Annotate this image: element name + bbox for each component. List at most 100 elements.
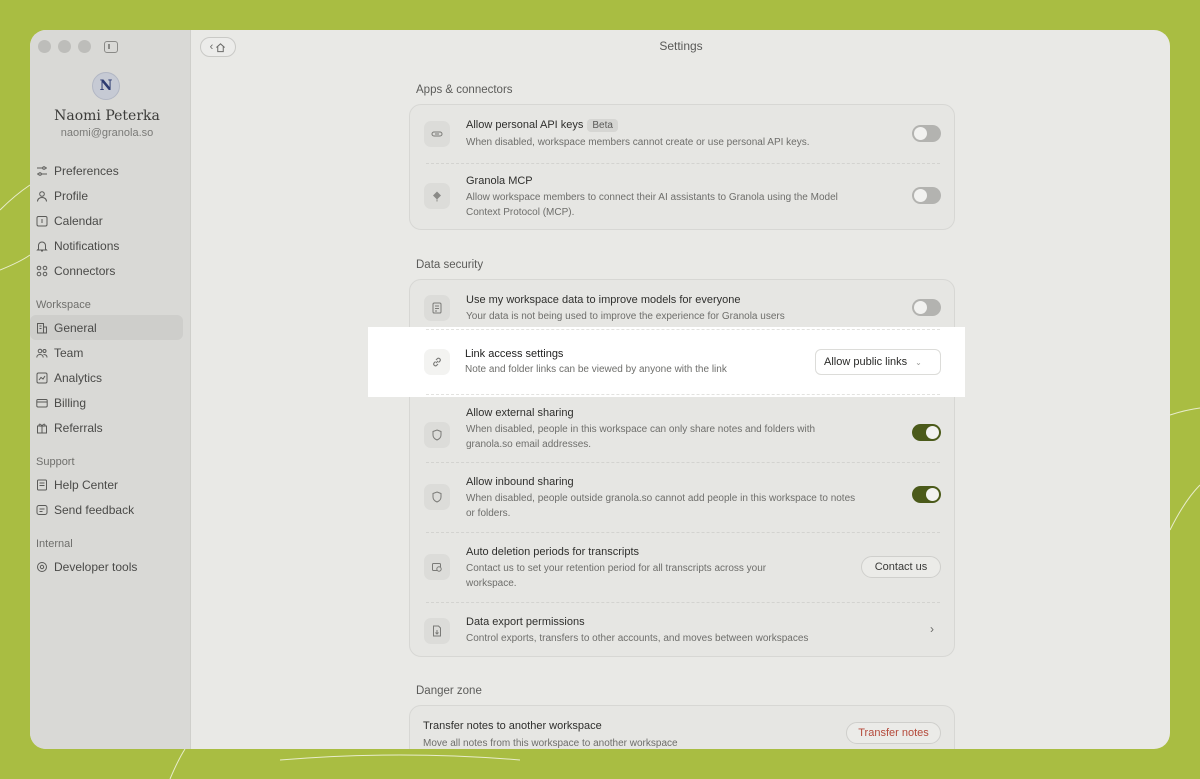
shield-icon: [424, 484, 450, 510]
section-label-support: Support: [36, 456, 75, 468]
api-keys-toggle[interactable]: [912, 125, 941, 142]
person-icon: [36, 190, 48, 202]
sidebar-item-calendar[interactable]: Calendar: [30, 208, 183, 233]
sidebar-item-developer-tools[interactable]: Developer tools: [30, 554, 183, 579]
setting-row-data-export[interactable]: Data export permissions Control exports,…: [410, 602, 956, 658]
sidebar-item-referrals[interactable]: Referrals: [30, 415, 183, 440]
section-title-data-security: Data security: [416, 259, 484, 271]
sidebar-item-connectors[interactable]: Connectors: [30, 258, 183, 283]
calendar-icon: [36, 215, 48, 227]
sidebar-item-label: Referrals: [54, 420, 103, 435]
setting-description: When disabled, people in this workspace …: [466, 424, 816, 450]
gear-icon: [36, 561, 48, 573]
setting-title: Allow inbound sharing: [466, 476, 574, 488]
link-icon: [424, 349, 450, 375]
setting-row-inbound-sharing: Allow inbound sharing When disabled, peo…: [410, 462, 956, 532]
card-icon: [36, 397, 48, 409]
gift-icon: [36, 422, 48, 434]
setting-row-external-sharing: Allow external sharing When disabled, pe…: [410, 400, 956, 470]
setting-description: When disabled, people outside granola.so…: [466, 493, 856, 519]
sliders-icon: [36, 165, 48, 177]
document-icon: [424, 295, 450, 321]
minimize-window-button[interactable]: [58, 40, 71, 53]
sidebar-item-notifications[interactable]: Notifications: [30, 233, 183, 258]
trash-clock-icon: [424, 554, 450, 580]
sidebar-item-general[interactable]: General: [30, 315, 183, 340]
zoom-window-button[interactable]: [78, 40, 91, 53]
setting-row-auto-deletion: Auto deletion periods for transcripts Co…: [410, 532, 956, 602]
apps-card: Allow personal API keys Beta When disable…: [409, 104, 955, 230]
sidebar-item-label: Analytics: [54, 370, 103, 385]
sidebar-item-profile[interactable]: Profile: [30, 183, 183, 208]
file-export-icon: [424, 618, 450, 644]
setting-title: Use my workspace data to improve models …: [466, 294, 741, 306]
sidebar-item-label: Connectors: [54, 263, 116, 278]
danger-zone-card: Transfer notes to another workspace Move…: [409, 705, 955, 749]
sidebar-item-analytics[interactable]: Analytics: [30, 365, 183, 390]
sidebar-item-label: Notifications: [54, 238, 120, 253]
setting-row-improve-models: Use my workspace data to improve models …: [410, 280, 956, 330]
sidebar-item-label: Preferences: [54, 163, 119, 178]
section-label-workspace: Workspace: [36, 299, 91, 311]
mcp-icon: [424, 183, 450, 209]
beta-badge: Beta: [587, 119, 618, 132]
shield-icon: [424, 422, 450, 448]
grid-icon: [36, 265, 48, 277]
setting-row-api-keys: Allow personal API keys Beta When disable…: [410, 105, 956, 163]
inbound-sharing-toggle[interactable]: [912, 486, 941, 503]
section-title-apps: Apps & connectors: [416, 84, 513, 96]
window-controls: [38, 40, 118, 53]
sidebar-item-label: Help Center: [54, 477, 119, 492]
sidebar-item-team[interactable]: Team: [30, 340, 183, 365]
key-icon: [424, 121, 450, 147]
sidebar-item-send-feedback[interactable]: Send feedback: [30, 497, 183, 522]
sidebar-item-preferences[interactable]: Preferences: [30, 158, 183, 183]
setting-title: Transfer notes to another workspace: [423, 720, 602, 732]
sidebar-item-label: Team: [54, 345, 84, 360]
contact-us-button[interactable]: Contact us: [861, 556, 941, 578]
sidebar-item-label: Calendar: [54, 213, 103, 228]
sidebar-item-label: Send feedback: [54, 502, 135, 517]
avatar[interactable]: N: [92, 72, 120, 100]
transfer-notes-button[interactable]: Transfer notes: [846, 722, 941, 744]
setting-description: Move all notes from this workspace to an…: [423, 738, 678, 749]
building-icon: [36, 322, 48, 334]
setting-title: Granola MCP: [466, 175, 533, 187]
sidebar-item-help-center[interactable]: Help Center: [30, 472, 183, 497]
setting-title: Auto deletion periods for transcripts: [466, 546, 640, 558]
bell-icon: [36, 240, 48, 252]
message-icon: [36, 504, 48, 516]
setting-row-mcp: Granola MCP Allow workspace members to c…: [410, 163, 956, 231]
improve-models-toggle[interactable]: [912, 299, 941, 316]
chevron-down-icon: ⌄: [915, 357, 922, 367]
sidebar-toggle-icon[interactable]: [104, 40, 118, 53]
setting-title: Allow external sharing: [466, 407, 574, 419]
setting-row-link-access: Link access settings Note and folder lin…: [368, 327, 965, 397]
sidebar-item-billing[interactable]: Billing: [30, 390, 183, 415]
section-title-danger-zone: Danger zone: [416, 685, 482, 697]
book-icon: [36, 479, 48, 491]
sidebar-item-label: Profile: [54, 188, 89, 203]
user-name: Naomi Peterka: [54, 108, 160, 124]
link-access-select[interactable]: Allow public links ⌄: [815, 349, 941, 375]
select-value: Allow public links: [824, 356, 908, 368]
chevron-right-icon: ›: [930, 622, 934, 636]
setting-description: Control exports, transfers to other acco…: [466, 633, 809, 644]
user-email: naomi@granola.so: [60, 127, 154, 139]
divider: [426, 394, 940, 395]
sidebar: N Naomi Peterka naomi@granola.so Prefere…: [30, 30, 191, 749]
sidebar-nav: Preferences Profile Calendar Notificatio…: [30, 158, 191, 579]
setting-title: Link access settings: [465, 348, 564, 360]
close-window-button[interactable]: [38, 40, 51, 53]
sidebar-item-label: General: [54, 320, 97, 335]
setting-description: Contact us to set your retention period …: [466, 563, 767, 589]
setting-title: Data export permissions: [466, 616, 585, 628]
divider: [426, 329, 940, 330]
chart-icon: [36, 372, 48, 384]
external-sharing-toggle[interactable]: [912, 424, 941, 441]
setting-description: When disabled, workspace members cannot …: [466, 137, 810, 148]
section-label-internal: Internal: [36, 538, 73, 550]
sidebar-item-label: Billing: [54, 395, 87, 410]
mcp-toggle[interactable]: [912, 187, 941, 204]
window-title: Settings: [659, 39, 703, 53]
